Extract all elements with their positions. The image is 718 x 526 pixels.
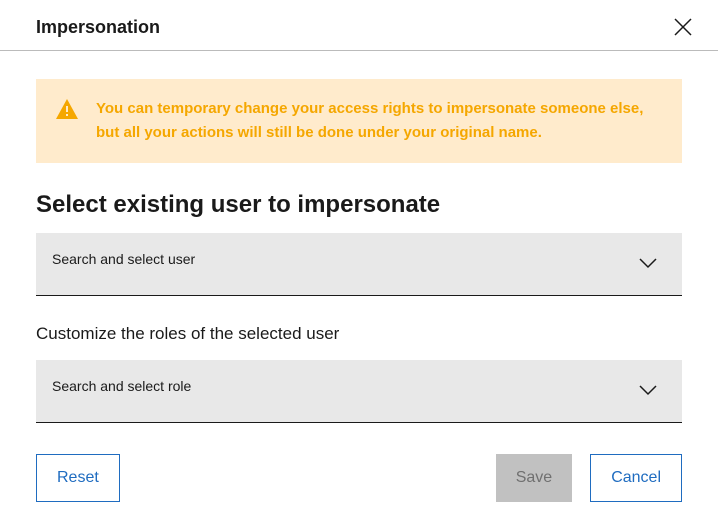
close-icon	[673, 17, 693, 37]
role-select-placeholder: Search and select role	[52, 378, 191, 394]
role-select[interactable]: Search and select role	[36, 360, 682, 423]
customize-roles-label: Customize the roles of the selected user	[36, 324, 682, 344]
cancel-button[interactable]: Cancel	[590, 454, 682, 502]
impersonation-modal: Impersonation You can temporary change y…	[0, 0, 718, 526]
save-button[interactable]: Save	[496, 454, 572, 502]
user-select-placeholder: Search and select user	[52, 251, 195, 267]
modal-title: Impersonation	[36, 17, 160, 38]
reset-button[interactable]: Reset	[36, 454, 120, 502]
footer-right-group: Save Cancel	[496, 454, 682, 502]
chevron-down-icon	[638, 256, 658, 272]
warning-alert: You can temporary change your access rig…	[36, 79, 682, 163]
warning-icon	[56, 99, 78, 124]
user-select[interactable]: Search and select user	[36, 233, 682, 296]
modal-header: Impersonation	[0, 0, 718, 51]
section-title: Select existing user to impersonate	[36, 191, 682, 219]
modal-footer: Reset Save Cancel	[0, 454, 718, 526]
close-button[interactable]	[672, 16, 694, 38]
warning-text: You can temporary change your access rig…	[96, 97, 662, 145]
modal-body: You can temporary change your access rig…	[0, 51, 718, 454]
chevron-down-icon	[638, 383, 658, 399]
